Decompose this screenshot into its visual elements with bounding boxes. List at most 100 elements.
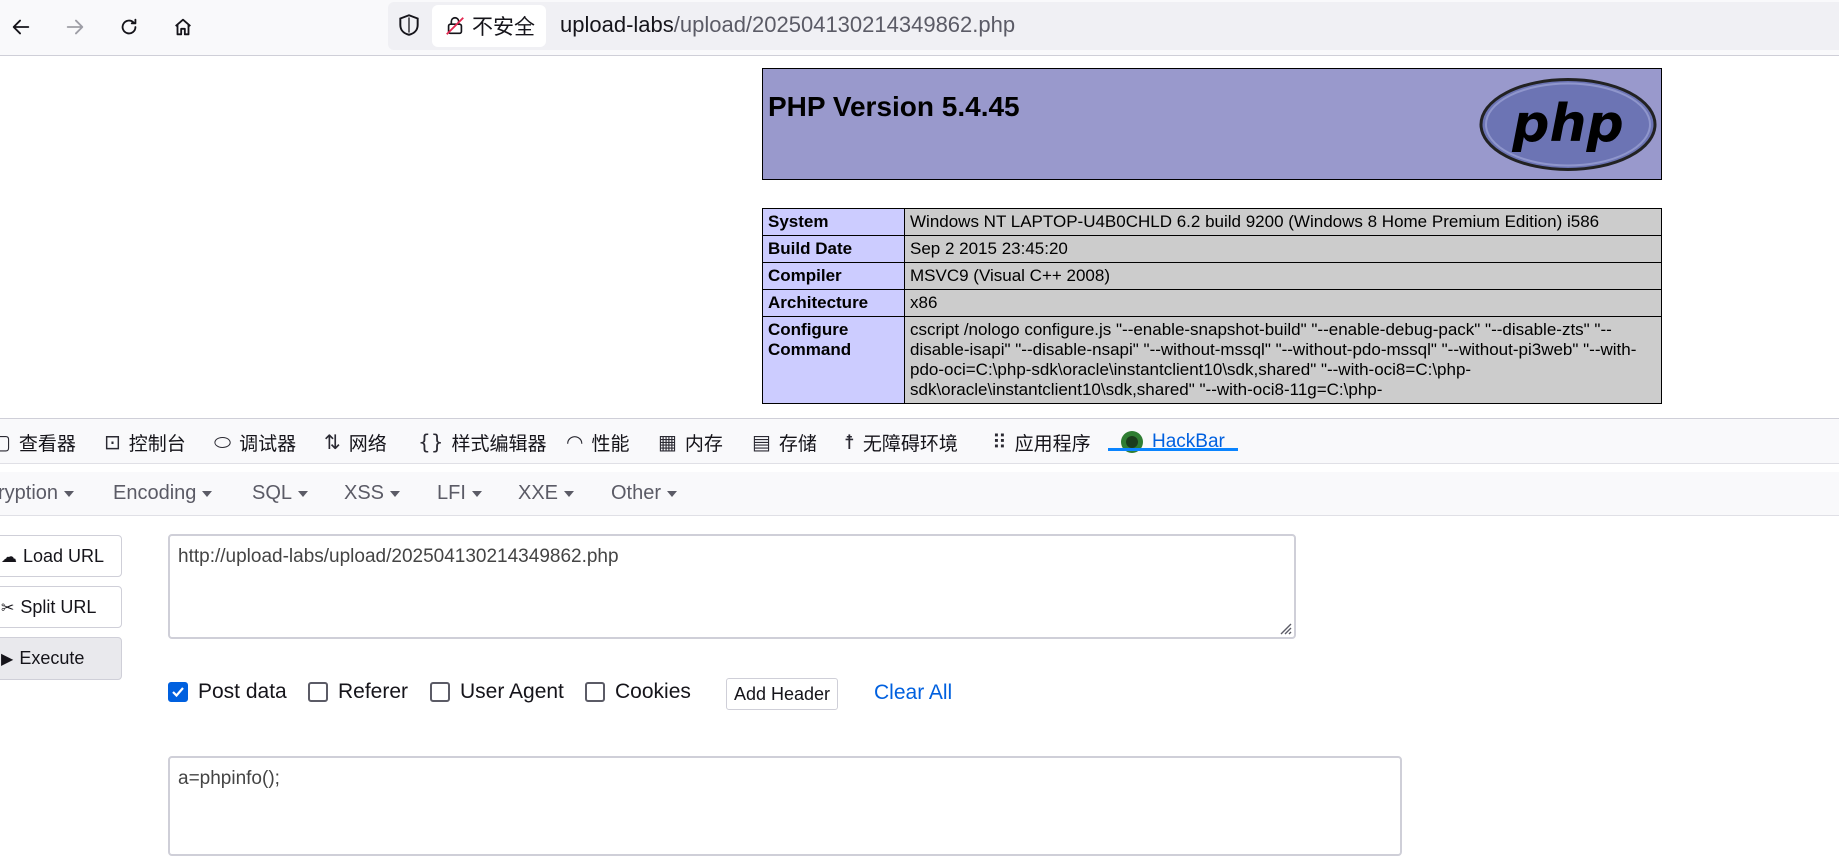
- php-version-title: PHP Version 5.4.45: [768, 91, 1020, 122]
- tab-label: 无障碍环境: [862, 433, 958, 455]
- post-data-option[interactable]: Post data: [168, 680, 287, 704]
- table-row: Build Date Sep 2 2015 23:45:20: [762, 235, 1662, 263]
- tab-label: 内存: [684, 433, 723, 455]
- network-icon: ⇅: [324, 430, 341, 454]
- tab-label: 性能: [591, 433, 630, 455]
- menu-sql[interactable]: SQL: [252, 482, 309, 505]
- menu-label: ryption: [0, 482, 59, 504]
- checkmark-icon: [172, 687, 184, 698]
- table-row: Architecture x86: [762, 289, 1662, 317]
- referer-checkbox[interactable]: [308, 682, 328, 702]
- url-text[interactable]: upload-labs/upload/202504130214349862.ph…: [560, 12, 1015, 38]
- user-agent-checkbox[interactable]: [430, 682, 450, 702]
- tab-application[interactable]: ⠿ 应用程序: [992, 429, 1091, 455]
- table-row: System Windows NT LAPTOP-U4B0CHLD 6.2 bui…: [762, 208, 1662, 236]
- braces-icon: {}: [418, 430, 444, 454]
- devtools-tabbar: ▢ 查看器 ⊡ 控制台 ⬭ 调试器 ⇅ 网络 {} 样式编辑器 ◠ 性能 ▦ 内存 ▤ 存储 ☨…: [0, 418, 1839, 464]
- url-path: /upload/202504130214349862.php: [673, 12, 1016, 37]
- post-data-textarea[interactable]: a=phpinfo();: [168, 756, 1402, 856]
- menu-label: Encoding: [113, 482, 197, 504]
- chip-icon: ▦: [658, 430, 677, 454]
- tab-label: 应用程序: [1014, 433, 1091, 455]
- row-key: Architecture: [762, 289, 905, 317]
- forward-button[interactable]: [58, 10, 92, 44]
- tab-memory[interactable]: ▦ 内存: [658, 429, 723, 455]
- menu-other[interactable]: Other: [611, 482, 678, 505]
- debugger-icon: ⬭: [214, 430, 232, 454]
- menu-label: Other: [611, 482, 662, 504]
- button-label: Split URL: [20, 596, 97, 617]
- option-label: Post data: [198, 680, 287, 703]
- storage-icon: ▤: [752, 430, 771, 454]
- tab-inspector[interactable]: ▢ 查看器: [0, 429, 76, 455]
- tab-performance[interactable]: ◠ 性能: [566, 429, 629, 455]
- menu-label: SQL: [252, 482, 293, 504]
- back-arrow-icon: [12, 19, 30, 35]
- menu-xss[interactable]: XSS: [344, 482, 401, 505]
- phpinfo-table: System Windows NT LAPTOP-U4B0CHLD 6.2 bui…: [762, 208, 1662, 404]
- row-value: x86: [904, 289, 1662, 317]
- back-button[interactable]: [4, 10, 38, 44]
- button-label: Load URL: [23, 545, 105, 566]
- table-row: Compiler MSVC9 (Visual C++ 2008): [762, 262, 1662, 290]
- referer-option[interactable]: Referer: [308, 680, 408, 704]
- console-icon: ⊡: [104, 430, 121, 454]
- clear-all-link[interactable]: Clear All: [874, 681, 952, 705]
- insecure-badge[interactable]: 不安全: [432, 5, 546, 47]
- option-label: Referer: [338, 680, 409, 703]
- caret-down-icon: [390, 490, 401, 497]
- shield-icon[interactable]: [396, 12, 422, 38]
- tab-style-editor[interactable]: {} 样式编辑器: [418, 429, 546, 455]
- option-label: User Agent: [460, 680, 564, 703]
- caret-down-icon: [471, 490, 482, 497]
- tab-label: 控制台: [128, 433, 186, 455]
- forward-arrow-icon: [66, 19, 84, 35]
- menu-encoding[interactable]: Encoding: [113, 482, 213, 505]
- menu-encryption[interactable]: ryption: [0, 482, 75, 505]
- url-textarea-value: http://upload-labs/upload/20250413021434…: [178, 546, 619, 567]
- tab-storage[interactable]: ▤ 存储: [752, 429, 817, 455]
- tab-label: 存储: [778, 433, 817, 455]
- tab-accessibility[interactable]: ☨ 无障碍环境: [844, 429, 958, 455]
- menu-lfi[interactable]: LFI: [437, 482, 482, 505]
- option-label: Cookies: [615, 680, 691, 703]
- cookies-checkbox[interactable]: [585, 682, 605, 702]
- tab-hackbar[interactable]: HackBar: [1120, 429, 1225, 455]
- url-textarea[interactable]: http://upload-labs/upload/20250413021434…: [168, 534, 1296, 639]
- add-header-button[interactable]: Add Header: [726, 678, 838, 710]
- tab-label: 调试器: [239, 433, 297, 455]
- tab-network[interactable]: ⇅ 网络: [324, 429, 387, 455]
- accessibility-icon: ☨: [844, 430, 855, 454]
- home-icon: [175, 18, 191, 36]
- insecure-lock-icon: [446, 16, 464, 35]
- reload-button[interactable]: [112, 10, 146, 44]
- row-value: cscript /nologo configure.js "--enable-s…: [904, 316, 1662, 404]
- page-content: PHP Version 5.4.45 php System Windows NT …: [0, 56, 1839, 418]
- user-agent-option[interactable]: User Agent: [430, 680, 564, 704]
- menu-xxe[interactable]: XXE: [518, 482, 575, 505]
- caret-down-icon: [667, 490, 678, 497]
- resize-handle-icon[interactable]: [1276, 619, 1292, 635]
- url-host: upload-labs: [560, 12, 674, 37]
- tab-label: 网络: [348, 433, 387, 455]
- load-url-button[interactable]: ☁ Load URL: [0, 535, 122, 577]
- cloud-icon: ☁: [1, 546, 17, 566]
- scissors-icon: ✂: [1, 597, 15, 617]
- cookies-option[interactable]: Cookies: [585, 680, 691, 704]
- caret-down-icon: [564, 490, 575, 497]
- button-label: Execute: [19, 648, 85, 668]
- execute-button[interactable]: ▶ Execute: [0, 637, 122, 680]
- post-data-checkbox[interactable]: [168, 682, 188, 702]
- home-button[interactable]: [166, 10, 200, 44]
- row-value: Sep 2 2015 23:45:20: [904, 235, 1662, 263]
- menu-label: XSS: [344, 482, 385, 504]
- row-value: Windows NT LAPTOP-U4B0CHLD 6.2 build 920…: [904, 208, 1662, 236]
- row-key: System: [762, 208, 905, 236]
- tab-console[interactable]: ⊡ 控制台: [104, 429, 186, 455]
- hackbar-menu: ryption Encoding SQL XSS LFI XXE Other: [0, 472, 1839, 516]
- tab-debugger[interactable]: ⬭ 调试器: [214, 429, 296, 455]
- split-url-button[interactable]: ✂ Split URL: [0, 586, 122, 628]
- table-row: Configure Command cscript /nologo configu…: [762, 316, 1662, 404]
- apps-grid-icon: ⠿: [992, 430, 1007, 454]
- caret-down-icon: [64, 490, 75, 497]
